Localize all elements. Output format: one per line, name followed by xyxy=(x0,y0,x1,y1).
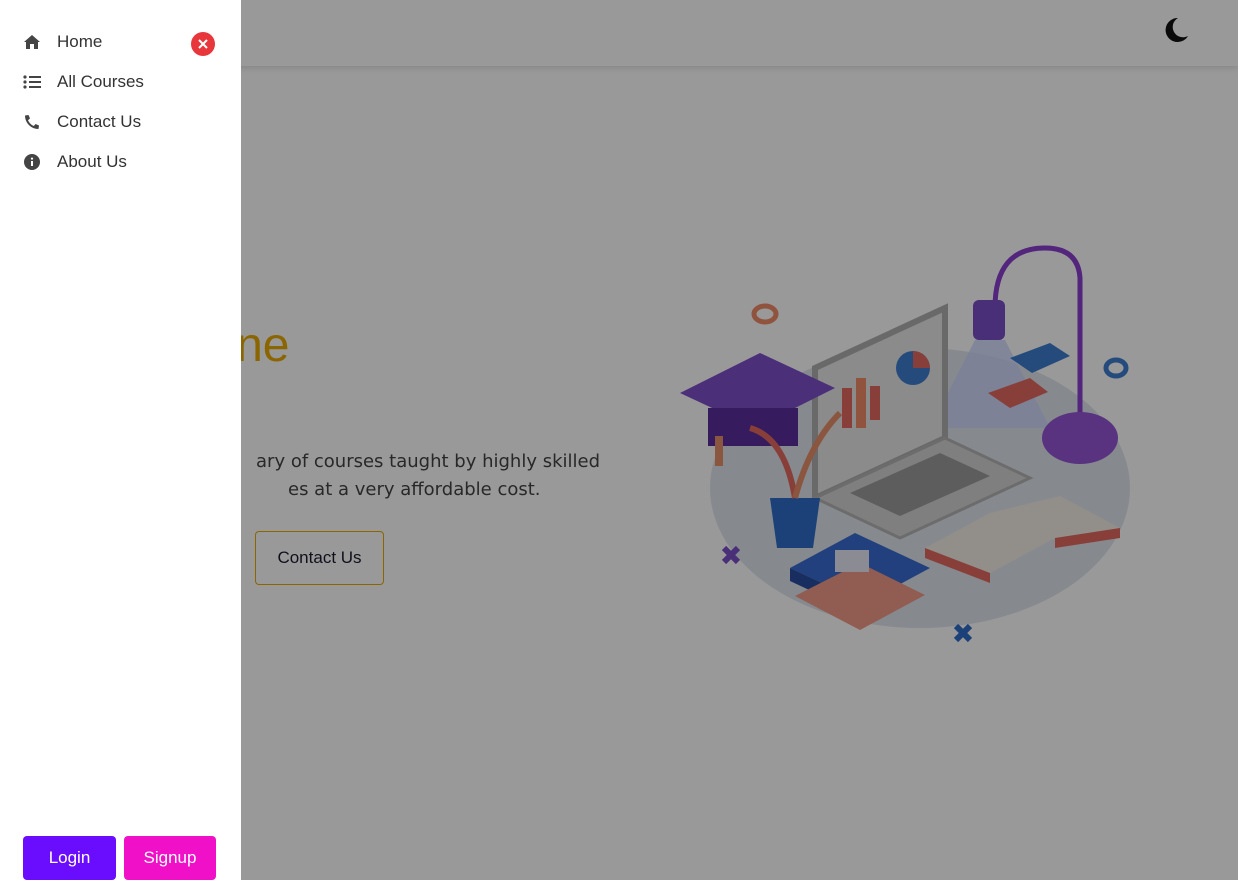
sidebar-item-all-courses[interactable]: All Courses xyxy=(20,68,144,96)
sidebar-item-contact-us[interactable]: Contact Us xyxy=(20,108,141,136)
sidebar-item-label: Home xyxy=(57,32,103,51)
list-icon xyxy=(20,70,44,94)
sidebar-item-home[interactable]: Home xyxy=(20,28,102,56)
sidebar-item-label: About Us xyxy=(57,152,127,171)
login-button[interactable]: Login xyxy=(23,836,116,880)
info-icon xyxy=(20,150,44,174)
home-icon xyxy=(20,30,44,54)
sidebar-drawer: Home All Courses Contact Us About Us Log… xyxy=(0,0,241,880)
close-icon xyxy=(198,39,208,49)
phone-icon xyxy=(20,110,44,134)
signup-button[interactable]: Signup xyxy=(124,836,216,880)
sidebar-item-label: All Courses xyxy=(57,72,144,91)
sidebar-item-about-us[interactable]: About Us xyxy=(20,148,127,176)
close-sidebar-button[interactable] xyxy=(191,32,215,56)
sidebar-item-label: Contact Us xyxy=(57,112,142,131)
